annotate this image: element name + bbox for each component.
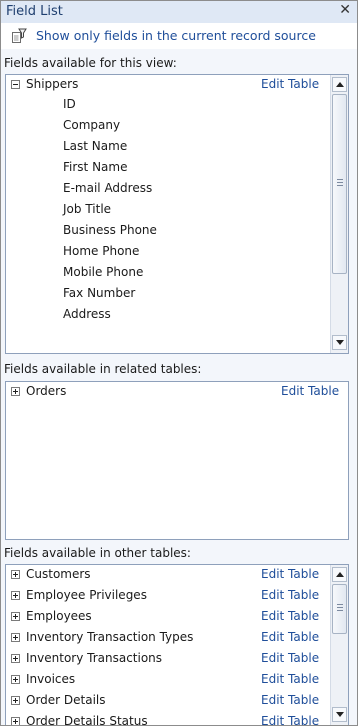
table-row[interactable]: Invoices Edit Table — [6, 671, 348, 692]
edit-table-link[interactable]: Edit Table — [261, 672, 319, 686]
edit-table-link[interactable]: Edit Table — [261, 588, 319, 602]
field-item[interactable]: Job Title — [63, 202, 111, 216]
scroll-grip-line — [337, 179, 343, 180]
table-row-orders[interactable]: Orders Edit Table — [6, 383, 348, 404]
table-name: Inventory Transactions — [26, 651, 163, 665]
scroll-grip-line — [337, 610, 343, 611]
pane-title: Field List — [6, 4, 63, 19]
expand-icon[interactable] — [11, 612, 20, 621]
edit-table-link[interactable]: Edit Table — [261, 77, 319, 91]
field-item[interactable]: First Name — [63, 160, 127, 174]
table-name: Orders — [26, 384, 67, 398]
field-item[interactable]: Mobile Phone — [63, 265, 143, 279]
collapse-icon[interactable] — [11, 80, 20, 89]
expand-icon[interactable] — [11, 633, 20, 642]
field-list-pane: Field List ✕ Show only fields in the cur… — [0, 0, 358, 726]
table-row[interactable]: Order Details Edit Table — [6, 692, 348, 713]
scroll-down-arrow-icon — [336, 712, 344, 717]
scroll-grip-line — [337, 604, 343, 605]
table-row-shippers[interactable]: Shippers Edit Table — [6, 76, 348, 97]
table-name: Customers — [26, 567, 91, 581]
expand-icon[interactable] — [11, 696, 20, 705]
show-only-fields-label[interactable]: Show only fields in the current record s… — [36, 28, 316, 43]
edit-table-link[interactable]: Edit Table — [261, 693, 319, 707]
field-item[interactable]: Address — [63, 307, 111, 321]
table-name: Order Details Status — [26, 714, 148, 726]
expand-icon[interactable] — [11, 675, 20, 684]
scroll-thumb[interactable] — [332, 94, 347, 274]
other-tables-tree: Customers Edit Table Employee Privileges… — [5, 564, 349, 726]
expand-icon[interactable] — [11, 570, 20, 579]
scroll-grip-line — [337, 185, 343, 186]
table-name: Invoices — [26, 672, 76, 686]
table-row[interactable]: Inventory Transaction Types Edit Table — [6, 629, 348, 650]
table-row[interactable]: Customers Edit Table — [6, 566, 348, 587]
pane-title-bar: Field List ✕ — [1, 1, 357, 24]
field-item[interactable]: Company — [63, 118, 120, 132]
table-row[interactable]: Employees Edit Table — [6, 608, 348, 629]
expand-icon[interactable] — [11, 717, 20, 725]
scroll-down-button[interactable] — [332, 335, 347, 350]
table-row[interactable]: Inventory Transactions Edit Table — [6, 650, 348, 671]
scroll-up-arrow-icon — [336, 572, 344, 577]
edit-table-link[interactable]: Edit Table — [261, 567, 319, 581]
table-name: Inventory Transaction Types — [26, 630, 194, 644]
edit-table-link[interactable]: Edit Table — [261, 609, 319, 623]
scroll-up-button[interactable] — [332, 77, 347, 92]
filter-document-icon — [11, 28, 27, 44]
field-item[interactable]: Business Phone — [63, 223, 157, 237]
table-name: Employees — [26, 609, 92, 623]
table-row[interactable]: Employee Privileges Edit Table — [6, 587, 348, 608]
edit-table-link[interactable]: Edit Table — [261, 630, 319, 644]
table-name: Shippers — [26, 77, 79, 91]
vertical-scrollbar[interactable] — [330, 75, 348, 353]
scroll-down-arrow-icon — [336, 340, 344, 345]
edit-table-link[interactable]: Edit Table — [261, 651, 319, 665]
related-tables-tree: Orders Edit Table — [5, 381, 349, 540]
scroll-up-arrow-icon — [336, 82, 344, 87]
scroll-grip-line — [337, 607, 343, 608]
show-only-current-fields-link[interactable]: Show only fields in the current record s… — [1, 23, 357, 49]
section-label-other: Fields available in other tables: — [4, 546, 191, 560]
table-name: Order Details — [26, 693, 106, 707]
expand-icon[interactable] — [11, 387, 20, 396]
close-icon[interactable]: ✕ — [339, 2, 351, 18]
edit-table-link[interactable]: Edit Table — [281, 384, 339, 398]
this-view-field-tree: Shippers Edit Table ID Company Last Name… — [5, 74, 349, 354]
vertical-scrollbar[interactable] — [330, 565, 348, 725]
scroll-grip-line — [337, 182, 343, 183]
field-item[interactable]: Fax Number — [63, 286, 135, 300]
field-item[interactable]: Last Name — [63, 139, 127, 153]
table-name: Employee Privileges — [26, 588, 147, 602]
section-label-this-view: Fields available for this view: — [4, 56, 177, 70]
expand-icon[interactable] — [11, 591, 20, 600]
edit-table-link[interactable]: Edit Table — [261, 714, 319, 725]
scroll-up-button[interactable] — [332, 567, 347, 582]
field-item[interactable]: Home Phone — [63, 244, 139, 258]
field-item[interactable]: E-mail Address — [63, 181, 152, 195]
section-label-related: Fields available in related tables: — [4, 362, 202, 376]
table-row[interactable]: Order Details Status Edit Table — [6, 713, 348, 726]
scroll-thumb[interactable] — [332, 584, 347, 634]
scroll-down-button[interactable] — [332, 707, 347, 722]
expand-icon[interactable] — [11, 654, 20, 663]
field-item[interactable]: ID — [63, 97, 76, 111]
